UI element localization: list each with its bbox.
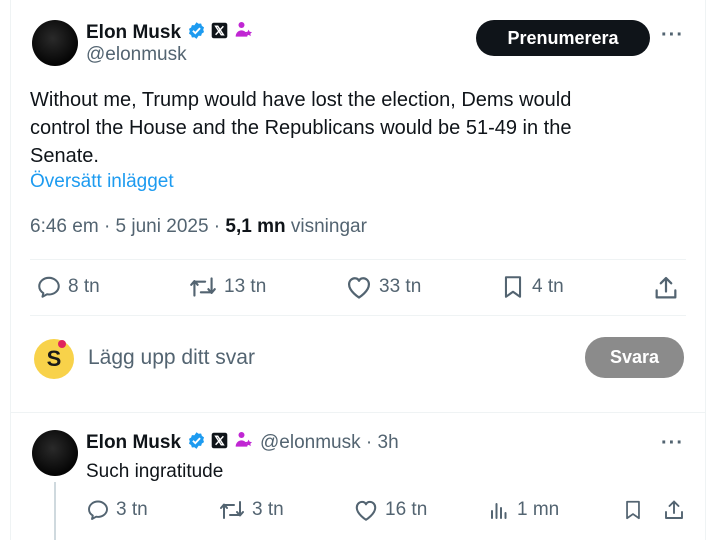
reply-input[interactable]: Lägg upp ditt svar bbox=[88, 346, 255, 370]
repost-icon bbox=[220, 501, 244, 519]
divider bbox=[30, 259, 686, 260]
translate-link[interactable]: Översätt inlägget bbox=[30, 171, 174, 193]
author-name-row: Elon Musk bbox=[86, 20, 254, 45]
bookmark-button[interactable]: 4 tn bbox=[500, 274, 564, 300]
reply-text: Such ingratitude bbox=[86, 461, 224, 482]
post-text-line: Senate. bbox=[30, 145, 99, 167]
reply-header: Elon Musk @elonmusk · 3h bbox=[86, 430, 399, 455]
verified-badge-icon[interactable] bbox=[187, 21, 206, 45]
like-icon bbox=[355, 500, 377, 521]
share-icon[interactable] bbox=[652, 274, 680, 307]
repost-count: 13 tn bbox=[224, 276, 267, 297]
reply-author-name[interactable]: Elon Musk bbox=[86, 432, 181, 454]
meta-separator: · bbox=[213, 216, 226, 237]
x-affiliate-icon[interactable] bbox=[211, 22, 228, 44]
author-name[interactable]: Elon Musk bbox=[86, 22, 181, 44]
reply-more-options-icon[interactable]: ··· bbox=[661, 432, 684, 455]
views-icon bbox=[491, 503, 507, 519]
reply-count: 8 tn bbox=[68, 276, 100, 297]
meta-separator: · bbox=[103, 216, 116, 237]
thread-line bbox=[54, 482, 56, 540]
subscribe-button[interactable]: Prenumerera bbox=[476, 20, 650, 56]
people-icon[interactable] bbox=[234, 430, 254, 455]
repost-button[interactable]: 13 tn bbox=[188, 274, 266, 300]
people-icon[interactable] bbox=[234, 20, 254, 45]
meta-separator: · bbox=[360, 431, 378, 453]
reply-author-handle[interactable]: @elonmusk bbox=[260, 432, 361, 454]
user-avatar[interactable]: S bbox=[34, 339, 74, 379]
post-text: Without me, Trump would have lost the el… bbox=[30, 86, 571, 170]
divider bbox=[30, 315, 686, 316]
reply-icon bbox=[88, 500, 108, 520]
post-date[interactable]: 5 juni 2025 bbox=[116, 216, 209, 237]
x-affiliate-icon[interactable] bbox=[211, 432, 228, 454]
post-text-line: control the House and the Republicans wo… bbox=[30, 117, 572, 139]
bookmark-icon bbox=[504, 276, 522, 298]
like-button[interactable]: 33 tn bbox=[345, 274, 421, 300]
like-icon bbox=[347, 277, 371, 299]
section-divider bbox=[10, 412, 706, 413]
post-text-line: Without me, Trump would have lost the el… bbox=[30, 89, 572, 111]
reply-icon bbox=[38, 276, 60, 298]
reply-time[interactable]: 3h bbox=[378, 432, 399, 454]
views-count: 1 mn bbox=[517, 499, 560, 520]
like-count: 33 tn bbox=[379, 276, 422, 297]
reply-like-button[interactable]: 16 tn bbox=[353, 498, 427, 522]
avatar-dot bbox=[58, 340, 66, 348]
reply-share-icon[interactable] bbox=[662, 497, 686, 528]
post-time[interactable]: 6:46 em bbox=[30, 216, 99, 237]
reply-bookmark-icon[interactable] bbox=[622, 498, 644, 527]
reply-button[interactable]: 8 tn bbox=[36, 274, 100, 300]
reply-submit-button[interactable]: Svara bbox=[585, 337, 684, 378]
views-count: 5,1 mn bbox=[225, 216, 286, 237]
author-handle[interactable]: @elonmusk bbox=[86, 44, 187, 66]
reply-author-avatar[interactable] bbox=[32, 430, 78, 476]
verified-badge-icon[interactable] bbox=[187, 431, 206, 455]
views-label: visningar bbox=[290, 216, 367, 237]
more-options-icon[interactable]: ··· bbox=[661, 24, 684, 47]
repost-icon bbox=[190, 277, 216, 297]
bookmark-count: 4 tn bbox=[532, 276, 564, 297]
timeline-border-left bbox=[10, 0, 11, 540]
reply-views-button[interactable]: 1 mn bbox=[487, 498, 559, 522]
reply-repost-button[interactable]: 3 tn bbox=[218, 498, 284, 522]
reply-count: 3 tn bbox=[116, 499, 148, 520]
timeline-border-right bbox=[705, 0, 706, 540]
reply-reply-button[interactable]: 3 tn bbox=[86, 498, 148, 522]
repost-count: 3 tn bbox=[252, 499, 284, 520]
like-count: 16 tn bbox=[385, 499, 428, 520]
post-meta: 6:46 em · 5 juni 2025 · 5,1 mn visningar bbox=[30, 216, 367, 238]
author-avatar[interactable] bbox=[32, 20, 78, 66]
